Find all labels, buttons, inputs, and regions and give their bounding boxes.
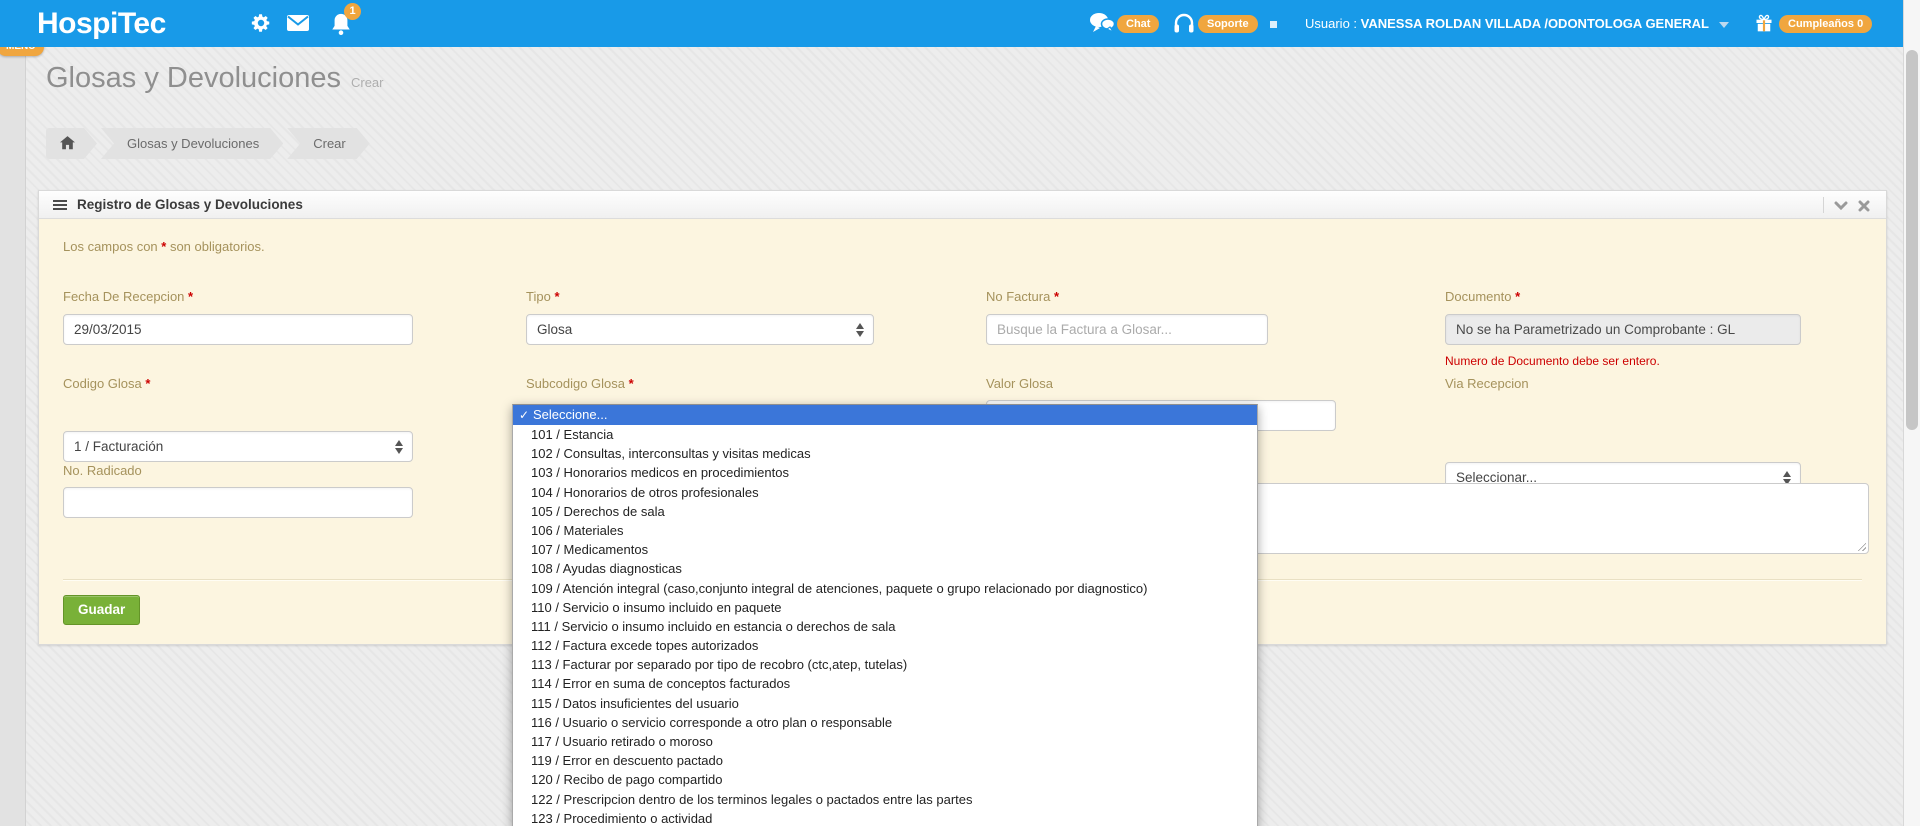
dropdown-option[interactable]: 110 / Servicio o insumo incluido en paqu… xyxy=(513,598,1257,617)
dropdown-option[interactable]: 108 / Ayudas diagnosticas xyxy=(513,559,1257,578)
support-badge[interactable]: Soporte xyxy=(1198,15,1258,33)
via-label: Via Recepcion xyxy=(1445,376,1529,391)
radicado-input[interactable] xyxy=(63,487,413,518)
save-button[interactable]: Guadar xyxy=(63,595,141,625)
chevron-down-icon xyxy=(1719,21,1729,28)
dropdown-option[interactable]: 115 / Datos insuficientes del usuario xyxy=(513,694,1257,713)
required-fields-note: Los campos con * son obligatorios. xyxy=(63,239,265,254)
panel-title: Registro de Glosas y Devoluciones xyxy=(77,197,303,212)
codigo-select-value: 1 / Facturación xyxy=(74,439,164,454)
subcodigo-dropdown: ✓ Seleccione... 101 / Estancia 102 / Consu… xyxy=(512,404,1258,826)
dropdown-option[interactable]: 112 / Factura excede topes autorizados xyxy=(513,636,1257,655)
dropdown-option[interactable]: 113 / Facturar por separado por tipo de … xyxy=(513,655,1257,674)
codigo-label: Codigo Glosa * xyxy=(63,376,151,391)
valor-label: Valor Glosa xyxy=(986,376,1053,391)
factura-label: No Factura * xyxy=(986,289,1059,304)
panel-header: Registro de Glosas y Devoluciones xyxy=(39,191,1886,219)
dropdown-option[interactable]: 123 / Procedimiento o actividad xyxy=(513,809,1257,826)
tipo-select[interactable]: Glosa xyxy=(526,314,874,345)
notification-count-badge[interactable]: 1 xyxy=(344,3,361,20)
messages-envelope-icon[interactable] xyxy=(286,12,310,36)
breadcrumb-item[interactable]: Glosas y Devoluciones xyxy=(101,128,283,159)
birthday-gift-icon[interactable] xyxy=(1754,13,1778,37)
dropdown-option[interactable]: 116 / Usuario o servicio corresponde a o… xyxy=(513,713,1257,732)
left-rail xyxy=(0,47,26,826)
breadcrumb-item[interactable]: Crear xyxy=(287,128,370,159)
status-dot-icon xyxy=(1270,21,1277,28)
home-icon xyxy=(60,136,75,150)
page-title: Glosas y Devoluciones xyxy=(46,62,341,94)
dropdown-option[interactable]: 122 / Prescripcion dentro de los termino… xyxy=(513,790,1257,809)
dropdown-option[interactable]: 102 / Consultas, interconsultas y visita… xyxy=(513,444,1257,463)
dropdown-option[interactable]: 106 / Materiales xyxy=(513,521,1257,540)
page-subtitle: Crear xyxy=(350,75,384,90)
dropdown-selected-label: Seleccione... xyxy=(533,407,608,422)
page-title-block: Glosas y Devoluciones Crear xyxy=(46,62,384,95)
documento-input xyxy=(1445,314,1801,345)
dropdown-option[interactable]: 109 / Atención integral (caso,conjunto i… xyxy=(513,579,1257,598)
dropdown-option[interactable]: 120 / Recibo de pago compartido xyxy=(513,770,1257,789)
birthday-badge[interactable]: Cumpleaños 0 xyxy=(1779,15,1873,33)
radicado-label: No. Radicado xyxy=(63,463,142,478)
user-name-label: VANESSA ROLDAN VILLADA /ODONTOLOGA GENER… xyxy=(1360,16,1709,31)
documento-label: Documento * xyxy=(1445,289,1521,304)
dropdown-option[interactable]: 103 / Honorarios medicos en procedimient… xyxy=(513,463,1257,482)
chat-badge[interactable]: Chat xyxy=(1117,15,1160,33)
dropdown-option[interactable]: 114 / Error en suma de conceptos factura… xyxy=(513,674,1257,693)
dropdown-option[interactable]: 111 / Servicio o insumo incluido en esta… xyxy=(513,617,1257,636)
page-scrollbar[interactable] xyxy=(1903,0,1920,826)
user-prefix-label: Usuario : xyxy=(1305,16,1361,31)
subcodigo-dropdown-options: 101 / Estancia 102 / Consultas, intercons… xyxy=(513,425,1257,826)
user-menu[interactable]: Usuario : VANESSA ROLDAN VILLADA /ODONTO… xyxy=(1305,0,1729,47)
select-arrows-icon xyxy=(395,439,404,455)
top-bar: HospiTec 1 Chat Soporte Usuario : VANESS… xyxy=(0,0,1920,47)
dropdown-option[interactable]: 107 / Medicamentos xyxy=(513,540,1257,559)
support-headset-icon[interactable] xyxy=(1172,12,1196,36)
dropdown-option[interactable]: 105 / Derechos de sala xyxy=(513,502,1257,521)
hamburger-icon xyxy=(53,200,67,202)
factura-input[interactable] xyxy=(986,314,1268,345)
close-icon[interactable] xyxy=(1858,199,1872,212)
codigo-select[interactable]: 1 / Facturación xyxy=(63,431,413,462)
scrollbar-thumb[interactable] xyxy=(1906,50,1918,430)
chat-bubbles-icon[interactable] xyxy=(1089,12,1115,36)
breadcrumb-home[interactable] xyxy=(46,128,97,159)
tipo-select-value: Glosa xyxy=(537,322,573,337)
dropdown-option-selected[interactable]: ✓ Seleccione... xyxy=(513,405,1257,425)
dropdown-option[interactable]: 117 / Usuario retirado o moroso xyxy=(513,732,1257,751)
collapse-chevron-icon[interactable] xyxy=(1834,199,1848,211)
select-arrows-icon xyxy=(856,322,865,338)
subcodigo-label: Subcodigo Glosa * xyxy=(526,376,634,391)
dropdown-option[interactable]: 104 / Honorarios de otros profesionales xyxy=(513,483,1257,502)
dropdown-option[interactable]: 101 / Estancia xyxy=(513,425,1257,444)
documento-error-message: Numero de Documento debe ser entero. xyxy=(1445,354,1660,368)
panel-header-divider xyxy=(1823,197,1824,213)
tipo-label: Tipo * xyxy=(526,289,560,304)
brand-logo[interactable]: HospiTec xyxy=(37,0,166,47)
fecha-label: Fecha De Recepcion * xyxy=(63,289,194,304)
fecha-input[interactable] xyxy=(63,314,413,345)
settings-gear-icon[interactable] xyxy=(250,12,274,36)
check-icon: ✓ xyxy=(519,408,530,422)
breadcrumb: Glosas y Devoluciones Crear xyxy=(46,128,370,159)
dropdown-option[interactable]: 119 / Error en descuento pactado xyxy=(513,751,1257,770)
